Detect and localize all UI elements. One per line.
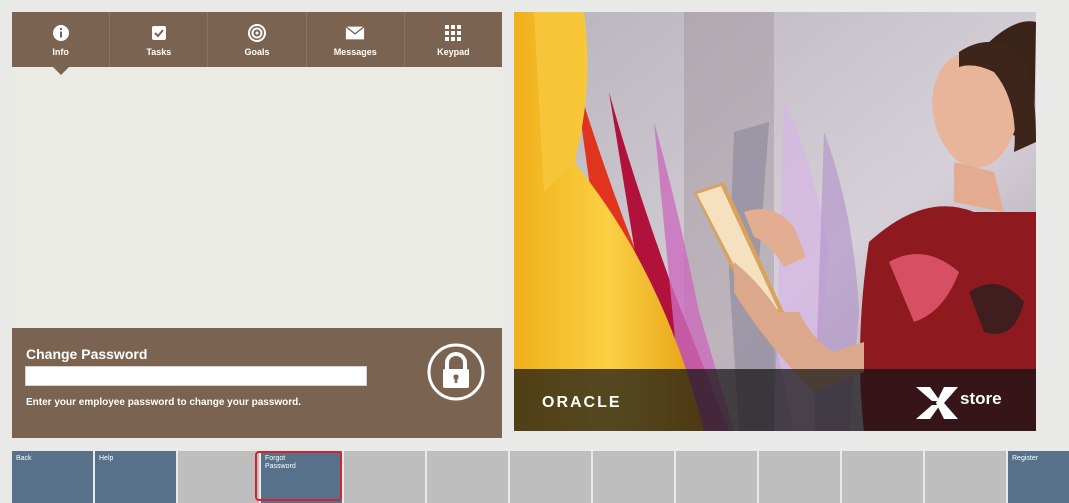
target-icon (247, 23, 267, 43)
tab-goals[interactable]: Goals (208, 12, 307, 67)
password-input[interactable] (25, 366, 367, 386)
fkey-empty-6 (510, 451, 591, 503)
fkey-empty-9 (759, 451, 840, 503)
tab-messages-label: Messages (333, 46, 377, 57)
tab-info[interactable]: Info (12, 12, 111, 75)
envelope-icon (345, 23, 365, 43)
fkey-label: Help (99, 455, 114, 462)
function-key-bar: Back Help Forgot Password Register (12, 451, 1069, 503)
brand-bar: ORACLE store (514, 369, 1036, 431)
tab-keypad-label: Keypad (437, 46, 470, 57)
promo-image: ORACLE store (514, 12, 1036, 431)
fkey-label: Register (1012, 455, 1039, 462)
change-password-title: Change Password (26, 346, 148, 362)
tab-tasks[interactable]: Tasks (110, 12, 209, 67)
fkey-empty-4 (344, 451, 425, 503)
tab-tasks-label: Tasks (146, 46, 172, 57)
info-icon (51, 23, 71, 43)
fkey-empty-7 (593, 451, 674, 503)
keypad-grid-icon (443, 23, 463, 43)
fkey-forgot-password[interactable]: Forgot Password (261, 451, 342, 503)
fkey-empty-2 (178, 451, 259, 503)
lock-icon (426, 342, 486, 402)
info-content-area (12, 67, 502, 327)
fkey-empty-5 (427, 451, 508, 503)
fkey-register[interactable]: Register (1008, 451, 1069, 503)
change-password-panel: Change Password Enter your employee pass… (12, 328, 502, 438)
xstore-logo-text: store (960, 389, 1002, 408)
tab-info-label: Info (52, 46, 69, 57)
tab-goals-label: Goals (244, 46, 270, 57)
fkey-label: Back (16, 455, 32, 462)
checkbox-icon (149, 23, 169, 43)
fkey-empty-10 (842, 451, 923, 503)
tab-bar: Info Tasks Goals Messages Keypad (12, 12, 502, 75)
fkey-back[interactable]: Back (12, 451, 93, 503)
tab-keypad[interactable]: Keypad (405, 12, 502, 67)
fkey-empty-8 (676, 451, 757, 503)
fkey-empty-11 (925, 451, 1006, 503)
oracle-logo: ORACLE (542, 394, 622, 411)
left-panel: Info Tasks Goals Messages Keypad Change … (12, 12, 502, 438)
fkey-label: Forgot Password (265, 455, 296, 470)
fkey-help[interactable]: Help (95, 451, 176, 503)
tab-messages[interactable]: Messages (307, 12, 405, 67)
password-hint: Enter your employee password to change y… (26, 397, 302, 408)
